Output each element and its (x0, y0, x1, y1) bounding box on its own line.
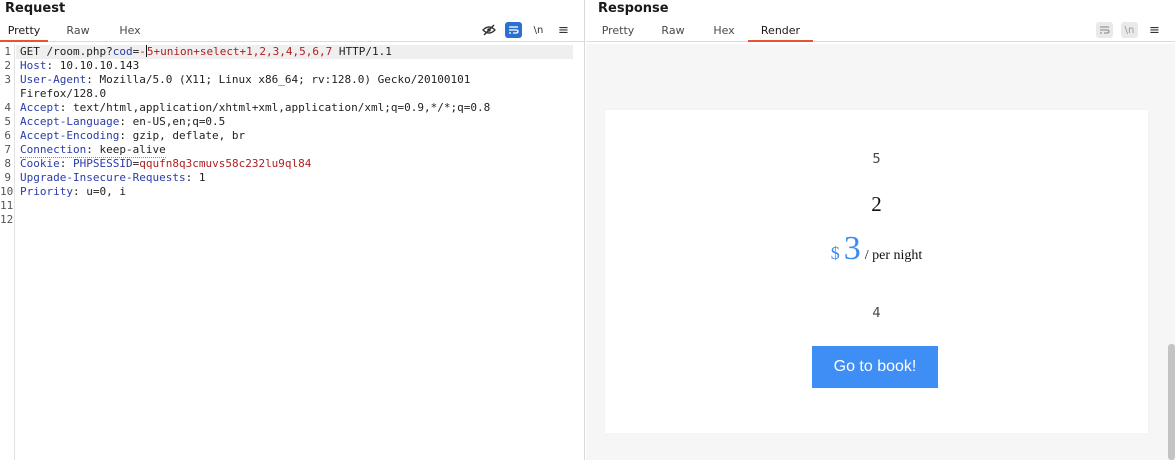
header-accept-language[interactable]: Accept-Language: en-US,en;q=0.5 (20, 115, 225, 129)
price-amount: 3 (843, 230, 861, 267)
header-accept-encoding[interactable]: Accept-Encoding: gzip, deflate, br (20, 129, 245, 143)
room-value-top: 5 (872, 152, 881, 167)
room-price: $ 3 / per night (605, 230, 1148, 268)
header-accept[interactable]: Accept: text/html,application/xhtml+xml,… (20, 101, 490, 115)
newline-icon[interactable]: \n (530, 22, 547, 38)
header-cookie[interactable]: Cookie: PHPSESSID=qqufn8q3cmuvs58c232lu9… (20, 157, 311, 171)
response-title: Response (598, 1, 669, 16)
tab-raw[interactable]: Raw (56, 20, 100, 42)
tab-pretty[interactable]: Pretty (0, 20, 48, 42)
tab-render[interactable]: Render (748, 20, 813, 42)
newline-icon[interactable]: \n (1121, 22, 1138, 38)
tab-hex[interactable]: Hex (108, 20, 152, 42)
tab-hex[interactable]: Hex (701, 20, 747, 42)
wrap-lines-icon[interactable] (505, 22, 522, 38)
header-priority[interactable]: Priority: u=0, i (20, 185, 126, 199)
header-connection[interactable]: Connection: keep-alive (20, 143, 166, 158)
tab-pretty[interactable]: Pretty (594, 20, 642, 42)
request-panel: Request Pretty Raw Hex \n ≡ 1 2 3 4 5 6 … (0, 0, 585, 460)
request-toolbar: \n ≡ (480, 21, 572, 39)
line-number: 6 (4, 129, 11, 142)
header-upgrade-insecure-requests[interactable]: Upgrade-Insecure-Requests: 1 (20, 171, 205, 185)
wrap-lines-icon[interactable] (1096, 22, 1113, 38)
line-number: 12 (0, 213, 14, 226)
room-card: 5 2 $ 3 / per night 4 Go to book! (605, 110, 1148, 433)
response-tabs: Pretty Raw Hex Render (586, 20, 1175, 42)
rendered-response: 5 2 $ 3 / per night 4 Go to book! (586, 44, 1175, 460)
room-title: 2 (871, 192, 882, 216)
line-number: 7 (4, 143, 11, 156)
menu-icon[interactable]: ≡ (1146, 22, 1163, 38)
line-number: 9 (4, 171, 11, 184)
room-value-bottom: 4 (872, 306, 881, 321)
line-number-gutter: 1 2 3 4 5 6 7 8 9 10 11 12 (0, 44, 15, 460)
line-number: 3 (4, 73, 11, 86)
go-to-book-button[interactable]: Go to book! (812, 346, 938, 388)
line-number: 10 (0, 185, 14, 198)
price-currency: $ (830, 243, 840, 263)
line-number: 4 (4, 101, 11, 114)
tab-raw[interactable]: Raw (650, 20, 696, 42)
burp-repeater-view: Request Pretty Raw Hex \n ≡ 1 2 3 4 5 6 … (0, 0, 1175, 460)
price-suffix: / per night (864, 248, 923, 263)
line-number: 5 (4, 115, 11, 128)
line-number: 11 (0, 199, 14, 212)
request-title: Request (5, 1, 66, 16)
line-number: 1 (4, 45, 11, 58)
line-number: 8 (4, 157, 11, 170)
header-user-agent[interactable]: User-Agent: Mozilla/5.0 (X11; Linux x86_… (20, 73, 470, 87)
vertical-scrollbar[interactable] (1168, 344, 1175, 460)
header-user-agent-wrap[interactable]: Firefox/128.0 (20, 87, 106, 101)
header-host[interactable]: Host: 10.10.10.143 (20, 59, 139, 73)
hide-eye-icon[interactable] (480, 22, 497, 38)
request-line[interactable]: GET /room.php?cod=-5+union+select+1,2,3,… (20, 45, 392, 59)
line-number: 2 (4, 59, 11, 72)
menu-icon[interactable]: ≡ (555, 22, 572, 38)
response-toolbar: \n ≡ (1096, 21, 1163, 39)
request-editor[interactable]: 1 2 3 4 5 6 7 8 9 10 11 12 GET /room.php… (0, 44, 584, 460)
response-panel: Response Pretty Raw Hex Render \n ≡ 5 2 (586, 0, 1175, 460)
